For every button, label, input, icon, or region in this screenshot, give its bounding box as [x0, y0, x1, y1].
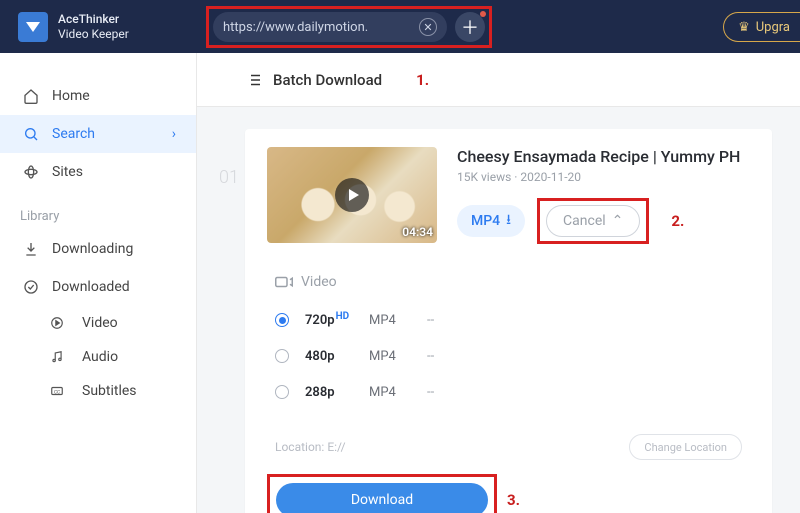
nav-downloading-label: Downloading: [52, 241, 133, 257]
res-288p: 288p: [305, 385, 369, 400]
main-panel: Batch Download 1. 01 04:34 Cheesy Ensaym…: [197, 53, 800, 513]
format-mp4-button[interactable]: MP4 ⭳: [457, 205, 525, 237]
app-logo: [18, 12, 48, 42]
check-circle-icon: [20, 279, 42, 295]
batch-download-row[interactable]: Batch Download 1.: [197, 53, 800, 107]
batch-download-label: Batch Download: [273, 71, 382, 89]
video-date: 2020-11-20: [520, 170, 581, 184]
sites-icon: [20, 164, 42, 180]
nav-search[interactable]: Search ›: [0, 115, 196, 153]
url-bar-highlight: https://www.dailymotion. ✕ ＋: [206, 6, 492, 48]
result-card: 01 04:34 Cheesy Ensaymada Recipe | Yummy…: [245, 129, 772, 513]
change-location-button[interactable]: Change Location: [629, 434, 742, 460]
download-icon: [20, 241, 42, 257]
sub-video-label: Video: [82, 315, 118, 331]
brand-text: AceThinker Video Keeper: [58, 12, 129, 41]
video-duration: 04:34: [402, 225, 433, 239]
radio-720p[interactable]: [275, 313, 289, 327]
result-index: 01: [219, 167, 239, 188]
cc-icon: CC: [50, 384, 72, 398]
fmt-288p: MP4: [369, 385, 427, 400]
annotation-2: 2.: [671, 212, 684, 230]
nav-home-label: Home: [52, 88, 90, 104]
size-480p: --: [427, 349, 434, 364]
sub-subtitles-label: Subtitles: [82, 383, 137, 399]
add-url-button[interactable]: ＋: [455, 12, 485, 42]
size-288p: --: [427, 385, 434, 400]
cancel-button[interactable]: Cancel ⌃: [546, 205, 640, 237]
nav-home[interactable]: Home: [0, 77, 196, 115]
size-720p: --: [427, 313, 434, 328]
sub-subtitles[interactable]: CC Subtitles: [0, 374, 196, 408]
brand-line1: AceThinker: [58, 12, 129, 26]
sidebar: Home Search › Sites Library Downloading …: [0, 53, 197, 513]
res-720p: 720pHD: [305, 313, 369, 328]
nav-search-label: Search: [52, 126, 95, 142]
nav-downloading[interactable]: Downloading: [0, 230, 196, 268]
url-text: https://www.dailymotion.: [223, 20, 368, 35]
brand-line2: Video Keeper: [58, 27, 129, 41]
download-button[interactable]: Download: [276, 483, 488, 513]
video-thumbnail[interactable]: 04:34: [267, 147, 437, 243]
format-mp4-label: MP4: [471, 213, 500, 229]
clear-url-icon[interactable]: ✕: [419, 18, 437, 36]
list-icon: [245, 71, 263, 89]
upgrade-button[interactable]: ♛ Upgra: [723, 12, 800, 42]
nav-downloaded[interactable]: Downloaded: [0, 268, 196, 306]
play-circle-icon: [50, 316, 72, 330]
annotation-1: 1.: [416, 71, 429, 89]
video-title: Cheesy Ensaymada Recipe | Yummy PH: [457, 147, 750, 166]
url-input[interactable]: https://www.dailymotion. ✕: [213, 12, 447, 42]
library-section-label: Library: [0, 191, 196, 230]
download-small-icon: ⭳: [506, 209, 511, 233]
upgrade-label: Upgra: [756, 20, 790, 35]
music-icon: [50, 350, 72, 364]
location-row: Location: E:// Change Location: [275, 434, 742, 460]
radio-288p[interactable]: [275, 385, 289, 399]
nav-downloaded-label: Downloaded: [52, 279, 130, 295]
cancel-highlight: Cancel ⌃: [537, 198, 649, 244]
video-section-icon: [275, 275, 293, 289]
option-row-0[interactable]: 720pHD MP4 --: [275, 302, 750, 338]
chevron-right-icon: ›: [172, 126, 176, 142]
video-options-section: Video 720pHD MP4 -- 480p MP4 -- 288p: [267, 274, 750, 410]
app-header: AceThinker Video Keeper https://www.dail…: [0, 0, 800, 53]
chevron-up-icon: ⌃: [612, 213, 624, 229]
location-text: Location: E://: [275, 440, 346, 454]
annotation-3: 3.: [507, 491, 520, 509]
sub-audio-label: Audio: [82, 349, 118, 365]
radio-480p[interactable]: [275, 349, 289, 363]
res-480p: 480p: [305, 349, 369, 364]
svg-text:CC: CC: [54, 389, 60, 395]
nav-sites-label: Sites: [52, 164, 83, 180]
fmt-720p: MP4: [369, 313, 427, 328]
video-meta: 15K views · 2020-11-20: [457, 170, 750, 184]
download-highlight: Download: [267, 474, 497, 513]
play-overlay-icon: [335, 178, 369, 212]
option-row-2[interactable]: 288p MP4 --: [275, 374, 750, 410]
download-label: Download: [351, 492, 413, 508]
crown-icon: ♛: [738, 20, 750, 35]
search-icon: [20, 126, 42, 142]
video-section-label: Video: [301, 274, 337, 290]
option-row-1[interactable]: 480p MP4 --: [275, 338, 750, 374]
video-views: 15K views: [457, 170, 511, 184]
cancel-label: Cancel: [563, 213, 606, 229]
sub-video[interactable]: Video: [0, 306, 196, 340]
nav-sites[interactable]: Sites: [0, 153, 196, 191]
home-icon: [20, 88, 42, 104]
fmt-480p: MP4: [369, 349, 427, 364]
video-section-header: Video: [275, 274, 750, 290]
sub-audio[interactable]: Audio: [0, 340, 196, 374]
